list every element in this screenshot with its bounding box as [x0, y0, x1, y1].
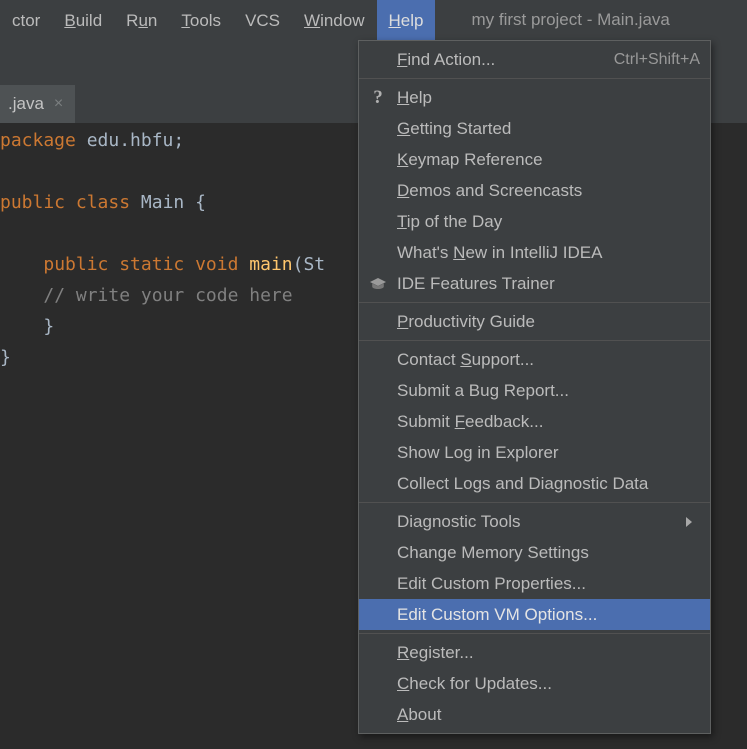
code-token: Main {	[140, 192, 206, 213]
menu-item-label: Diagnostic Tools	[397, 511, 521, 531]
editor-tab-main-java[interactable]: .java ×	[0, 85, 76, 123]
menu-bar-item-help[interactable]: Help	[376, 0, 436, 40]
menu-item-label: Demos and Screencasts	[397, 180, 583, 200]
menu-bar: ctor Build Run Tools VCS Window Help my first …	[0, 0, 747, 41]
code-token: public class	[0, 192, 141, 213]
menu-item-label: Register...	[397, 642, 474, 662]
menu-item-show-log-in-explorer[interactable]: Show Log in Explorer	[359, 437, 710, 468]
menu-bar-item-label: VCS	[245, 10, 281, 30]
menu-item-label: Tip of the Day	[397, 211, 503, 231]
help-menu-popup: Find Action... Ctrl+Shift+A? Help Getting S…	[358, 40, 711, 734]
menu-bar-item-run[interactable]: Run	[114, 0, 169, 40]
menu-item-label: Getting Started	[397, 118, 512, 138]
menu-item-label: Check for Updates...	[397, 673, 552, 693]
question-mark-icon: ?	[373, 86, 383, 108]
menu-item-label: What's New in IntelliJ IDEA	[397, 242, 603, 262]
menu-item-label: Edit Custom Properties...	[397, 573, 586, 593]
menu-item-label: Help	[397, 87, 432, 107]
submenu-arrow-icon	[678, 516, 700, 528]
menu-item-contact-support[interactable]: Contact Support...	[359, 344, 710, 375]
menu-item-edit-custom-vm-options[interactable]: Edit Custom VM Options...	[359, 599, 710, 630]
menu-bar-item-vcs[interactable]: VCS	[233, 0, 292, 40]
menu-bar-item-label: Run	[126, 10, 158, 30]
menu-bar-item-label: Window	[304, 10, 365, 30]
code-token: (St	[292, 254, 326, 275]
graduation-cap-icon	[359, 275, 397, 293]
menu-item-label: Show Log in Explorer	[397, 442, 559, 462]
code-token: main	[249, 254, 293, 275]
menu-item-ide-features-trainer[interactable]: IDE Features Trainer	[359, 268, 710, 299]
menu-separator	[359, 302, 710, 303]
menu-bar-item-window[interactable]: Window	[292, 0, 376, 40]
menu-item-change-memory-settings[interactable]: Change Memory Settings	[359, 537, 710, 568]
menu-item-productivity-guide[interactable]: Productivity Guide	[359, 306, 710, 337]
editor-tab-label: .java	[8, 94, 44, 113]
menu-item-collect-logs-and-diagnostic-data[interactable]: Collect Logs and Diagnostic Data	[359, 468, 710, 499]
menu-item-submit-feedback[interactable]: Submit Feedback...	[359, 406, 710, 437]
menu-item-label: Submit Feedback...	[397, 411, 544, 431]
code-token: }	[0, 347, 11, 368]
menu-item-register[interactable]: Register...	[359, 637, 710, 668]
menu-item-edit-custom-properties[interactable]: Edit Custom Properties...	[359, 568, 710, 599]
menu-bar-item-label: ctor	[12, 10, 41, 30]
menu-item-tip-of-the-day[interactable]: Tip of the Day	[359, 206, 710, 237]
menu-item-diagnostic-tools[interactable]: Diagnostic Tools	[359, 506, 710, 537]
menu-bar-item-tools[interactable]: Tools	[169, 0, 233, 40]
menu-bar-item-ctor[interactable]: ctor	[0, 0, 52, 40]
menu-item-demos-and-screencasts[interactable]: Demos and Screencasts	[359, 175, 710, 206]
menu-item-keymap-reference[interactable]: Keymap Reference	[359, 144, 710, 175]
code-token: package	[0, 130, 87, 151]
menu-item-check-for-updates[interactable]: Check for Updates...	[359, 668, 710, 699]
menu-bar-item-label: Tools	[181, 10, 222, 30]
code-token: edu.hbfu;	[86, 130, 185, 151]
close-icon[interactable]: ×	[54, 96, 63, 112]
menu-item-label: About	[397, 704, 442, 724]
code-token: // write your code here	[43, 285, 293, 306]
menu-item-label: Productivity Guide	[397, 311, 535, 331]
menu-item-about[interactable]: About	[359, 699, 710, 730]
menu-item-label: Keymap Reference	[397, 149, 543, 169]
menu-item-shortcut: Ctrl+Shift+A	[613, 50, 700, 68]
code-token: public static void	[43, 254, 250, 275]
menu-item-submit-a-bug-report[interactable]: Submit a Bug Report...	[359, 375, 710, 406]
menu-item-find-action[interactable]: Find Action... Ctrl+Shift+A	[359, 44, 710, 75]
menu-item-label: Submit a Bug Report...	[397, 380, 569, 400]
menu-separator	[359, 78, 710, 79]
menu-bar-item-label: Build	[64, 10, 103, 30]
menu-separator	[359, 633, 710, 634]
menu-item-label: Change Memory Settings	[397, 542, 589, 562]
ide-window: ctor Build Run Tools VCS Window Help my first …	[0, 0, 747, 749]
menu-item-label: Contact Support...	[397, 349, 535, 369]
menu-separator	[359, 502, 710, 503]
menu-item-getting-started[interactable]: Getting Started	[359, 113, 710, 144]
menu-item-label: Edit Custom VM Options...	[397, 604, 598, 624]
menu-separator	[359, 340, 710, 341]
menu-item-label: Collect Logs and Diagnostic Data	[397, 473, 649, 493]
menu-item-what-s-new-in-intellij-idea[interactable]: What's New in IntelliJ IDEA	[359, 237, 710, 268]
menu-bar-item-build[interactable]: Build	[52, 0, 114, 40]
code-token: }	[0, 316, 55, 337]
menu-item-help[interactable]: ? Help	[359, 82, 710, 113]
menu-item-label: IDE Features Trainer	[397, 273, 555, 293]
menu-bar-items: ctor Build Run Tools VCS Window Help	[0, 0, 436, 40]
menu-bar-item-label: Help	[388, 10, 424, 30]
menu-item-label: Find Action...	[397, 49, 496, 69]
window-title: my first project - Main.java	[471, 10, 670, 29]
